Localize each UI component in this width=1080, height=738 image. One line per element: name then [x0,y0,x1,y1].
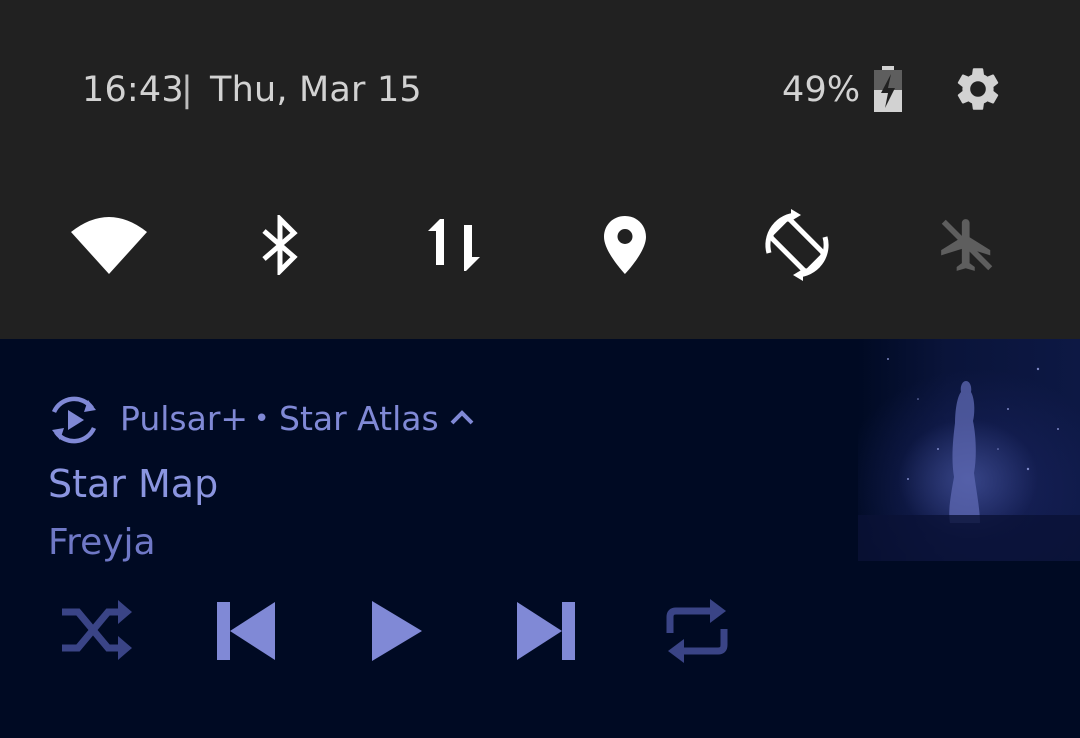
album-art [858,339,1080,561]
battery-charging-icon[interactable] [870,66,906,112]
tile-auto-rotate[interactable] [752,200,842,290]
time-date-separator: | [181,70,193,110]
gear-icon[interactable] [952,63,1004,115]
tile-wifi[interactable] [64,200,154,290]
tile-mobile-data[interactable] [410,200,500,290]
skip-previous-icon [217,602,275,660]
pulsar-app-icon [51,396,97,444]
wifi-icon [71,217,147,274]
track-artist: Freyja [48,522,156,563]
next-button[interactable] [515,598,577,664]
chevron-up-icon[interactable] [449,408,475,426]
clock-time: 16:43 [82,70,184,110]
app-name: Pulsar+ [120,399,249,438]
skip-next-icon [517,602,575,660]
play-button[interactable] [370,598,424,664]
previous-button[interactable] [215,598,277,664]
shuffle-icon [62,600,132,660]
tile-bluetooth[interactable] [235,200,325,290]
play-icon [372,601,422,661]
repeat-button[interactable] [660,598,734,664]
album-art-figure [858,358,1080,561]
location-icon [604,216,646,274]
media-notification[interactable]: Pulsar+ • Star Atlas Star Map Freyja [0,339,1080,738]
auto-rotate-icon [765,209,829,281]
track-title: Star Map [48,462,219,506]
shuffle-button[interactable] [58,598,134,664]
bluetooth-icon [262,215,298,275]
tile-airplane-mode[interactable] [922,200,1012,290]
battery-percentage: 49% [782,70,861,110]
airplane-mode-icon [941,219,993,271]
date[interactable]: Thu, Mar 15 [210,66,422,114]
quick-settings-panel: 16:43 | Thu, Mar 15 49% [0,0,1080,339]
album-name: Star Atlas [279,399,439,438]
repeat-icon [666,599,728,663]
mobile-data-icon [428,219,480,271]
tile-location[interactable] [580,200,670,290]
header-separator-dot: • [254,404,270,434]
